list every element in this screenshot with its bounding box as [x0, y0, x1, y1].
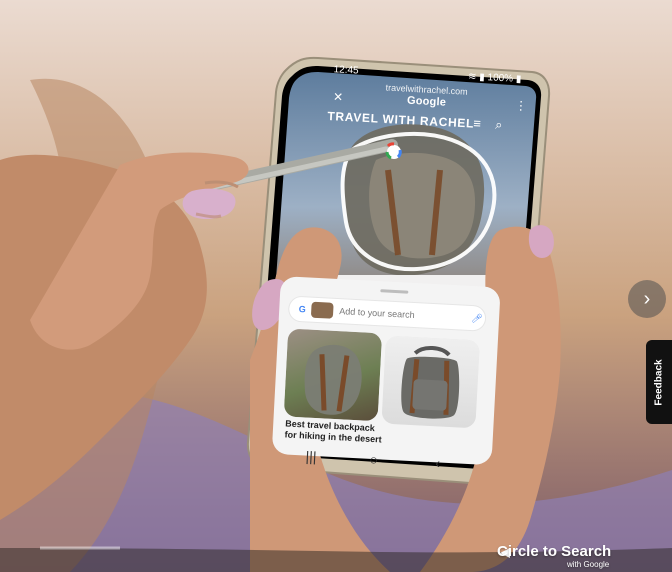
close-icon[interactable]: ✕: [333, 90, 344, 105]
feedback-tab[interactable]: Feedback: [646, 340, 672, 424]
more-vert-icon[interactable]: ⋮: [515, 98, 528, 113]
backpack-product-image: [401, 346, 460, 419]
feedback-label: Feedback: [653, 358, 665, 406]
chevron-right-icon: ›: [643, 287, 651, 310]
mic-icon[interactable]: 🎤︎: [469, 312, 486, 324]
wifi-icon: ≋: [467, 71, 477, 83]
recents-button[interactable]: |||: [305, 448, 317, 465]
hamburger-menu-icon[interactable]: ≡: [473, 116, 481, 131]
signal-icon: ▮: [478, 71, 486, 84]
battery-percent: 100%: [487, 72, 514, 85]
result-card-2[interactable]: [381, 335, 480, 429]
brand-title: Circle to Search: [497, 543, 612, 560]
google-g-icon: G: [298, 303, 307, 315]
search-icon[interactable]: ⌕: [495, 117, 503, 133]
carousel-next-button[interactable]: ›: [628, 280, 666, 318]
status-icons: ≋ ▮ 100% ▮: [468, 71, 522, 85]
result-image-overlay: [304, 344, 362, 415]
add-to-search-input[interactable]: Add to your search: [339, 306, 469, 323]
result-card-1[interactable]: [283, 328, 383, 422]
brand-subtitle: with Google: [567, 560, 610, 569]
google-logo: Google: [406, 94, 447, 109]
back-button[interactable]: ‹: [435, 455, 441, 471]
add-to-search-bar[interactable]: G Add to your search 🎤︎: [288, 296, 486, 331]
result-caption-1[interactable]: Best travel backpack for hiking in the d…: [284, 418, 383, 445]
home-button[interactable]: ○: [369, 451, 378, 467]
circle-to-search-brand: Circle to Search with Google: [497, 543, 612, 569]
selected-region-thumbnail: [310, 301, 334, 319]
status-time: 12:45: [333, 64, 359, 77]
results-bottom-sheet: G Add to your search 🎤︎ Best travel back…: [271, 276, 501, 466]
site-title: TRAVEL WITH RACHEL: [327, 108, 475, 131]
sheet-drag-handle[interactable]: [380, 289, 409, 294]
battery-icon: ▮: [515, 73, 522, 86]
